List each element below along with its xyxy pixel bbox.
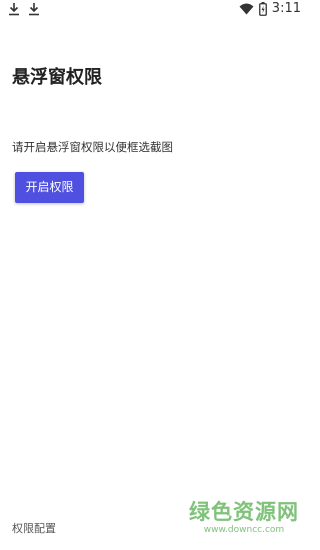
permission-description: 请开启悬浮窗权限以便框选截图	[12, 140, 173, 154]
watermark-logo: 绿色资源网 www.downcc.com	[189, 496, 299, 535]
download-icon	[29, 3, 39, 16]
status-bar-left	[8, 2, 40, 16]
page-title: 悬浮窗权限	[12, 67, 102, 88]
status-time: 3:11	[271, 1, 301, 16]
watermark-text: 绿色资源网	[189, 500, 299, 524]
watermark-url: www.downcc.com	[203, 525, 285, 535]
permission-settings-link[interactable]: 权限配置	[12, 520, 56, 536]
wifi-icon	[239, 3, 254, 14]
enable-permission-button[interactable]: 开启权限	[15, 172, 84, 203]
status-bar-right: 3:11	[239, 1, 301, 16]
status-bar: 3:11	[0, 0, 307, 20]
battery-icon	[258, 1, 267, 16]
download-icon	[9, 3, 19, 16]
